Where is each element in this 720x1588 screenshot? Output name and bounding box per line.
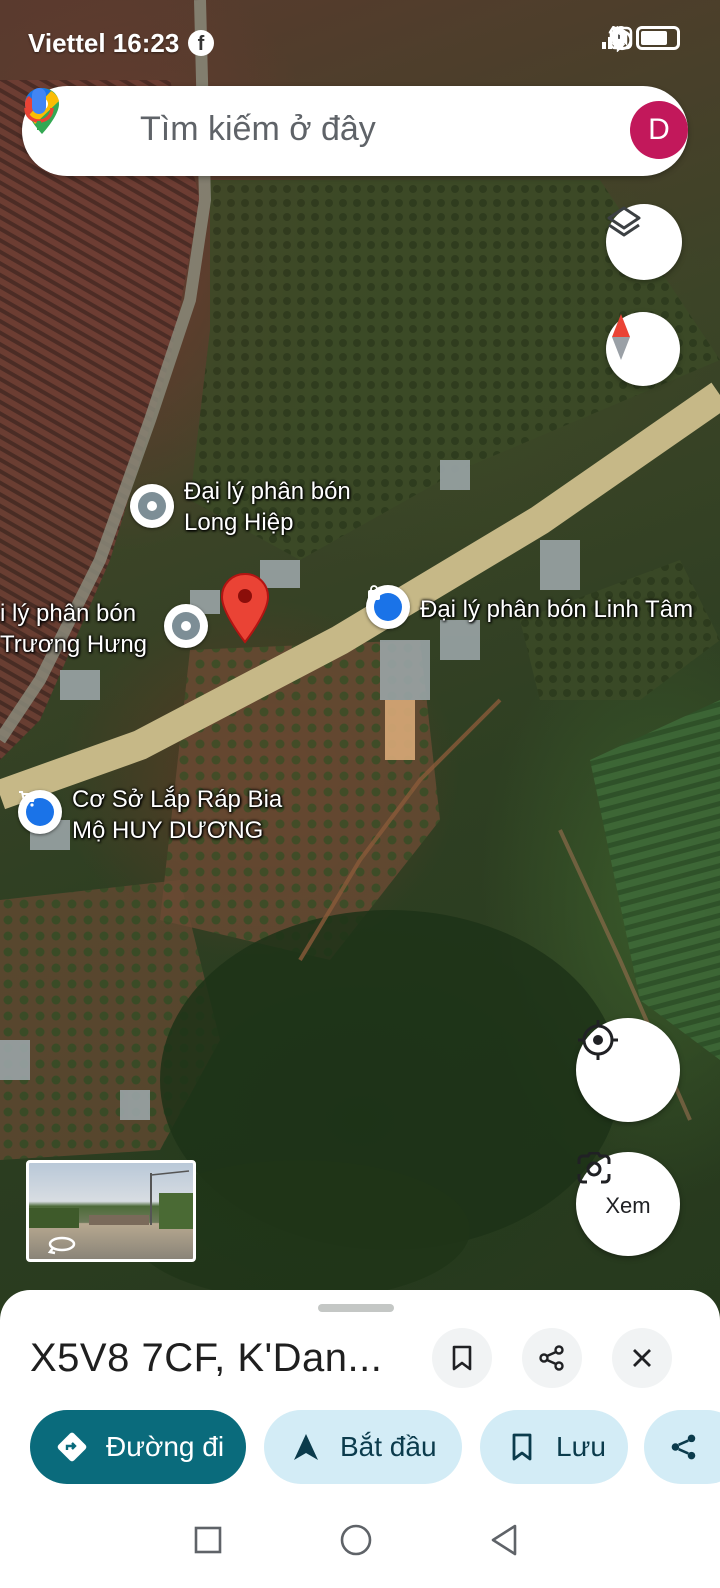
street-view-thumbnail[interactable] xyxy=(26,1160,196,1262)
place-label-line: Cơ Sở Lắp Ráp Bia xyxy=(72,786,283,813)
place-pin-linh-tam[interactable] xyxy=(366,585,410,629)
camera-lens-icon xyxy=(577,1152,611,1184)
layers-button[interactable] xyxy=(606,204,682,280)
avatar[interactable]: D xyxy=(630,101,688,159)
place-label-line: Mộ HUY DƯƠNG xyxy=(72,817,264,844)
back-button[interactable] xyxy=(476,1512,532,1568)
place-pin-long-hiep[interactable] xyxy=(130,484,174,528)
navigation-arrow-icon xyxy=(288,1429,324,1465)
place-label-line: Đại lý phân bón xyxy=(184,478,351,505)
place-label-line: i lý phân bón xyxy=(0,600,137,627)
start-navigation-button[interactable]: Bắt đầu xyxy=(264,1410,462,1484)
action-chips: Đường đi Bắt đầu Lưu xyxy=(30,1410,720,1484)
search-bar[interactable]: Tìm kiếm ở đây D xyxy=(22,86,688,176)
home-button[interactable] xyxy=(328,1512,384,1568)
drag-handle[interactable] xyxy=(318,1304,394,1312)
system-navigation-bar xyxy=(0,1490,720,1588)
save-button[interactable]: Lưu xyxy=(480,1410,628,1484)
place-pin-truong-hung[interactable] xyxy=(164,604,208,648)
start-label: Bắt đầu xyxy=(340,1431,437,1462)
rotate-360-icon xyxy=(47,1236,76,1255)
lens-label: Xem xyxy=(605,1193,651,1218)
map-imagery xyxy=(0,0,720,1300)
search-input[interactable]: Tìm kiếm ở đây xyxy=(140,110,376,149)
save-label: Lưu xyxy=(556,1431,606,1462)
facebook-icon: f xyxy=(188,30,214,56)
microphone-icon[interactable] xyxy=(22,86,56,132)
share-icon xyxy=(666,1429,702,1465)
share-icon xyxy=(539,1345,564,1371)
square-icon xyxy=(194,1526,222,1554)
directions-button[interactable]: Đường đi xyxy=(30,1410,246,1484)
selected-location-marker[interactable] xyxy=(220,572,270,644)
share-place-button[interactable] xyxy=(522,1328,582,1388)
save-place-button[interactable] xyxy=(432,1328,492,1388)
place-label-long-hiep[interactable]: Đại lý phân bón Long Hiệp xyxy=(184,476,351,538)
place-label-line: Long Hiệp xyxy=(184,509,294,536)
place-label-line: Trương Hưng xyxy=(0,631,148,658)
map-view[interactable]: Viettel 16:23 f 4G Tìm kiếm ở đây D Đại … xyxy=(0,0,720,1320)
compass-icon xyxy=(612,314,630,360)
triangle-back-icon xyxy=(491,1524,517,1556)
crosshair-icon xyxy=(578,1020,618,1060)
directions-label: Đường đi xyxy=(106,1431,225,1462)
my-location-button[interactable] xyxy=(576,1018,680,1122)
compass-button[interactable] xyxy=(606,312,680,386)
layers-icon xyxy=(607,206,641,237)
bookmark-icon xyxy=(452,1345,472,1371)
status-icons: 4G xyxy=(601,23,680,52)
place-label-linh-tam[interactable]: Đại lý phân bón Linh Tâm xyxy=(420,594,693,625)
lens-button[interactable]: Xem xyxy=(576,1152,680,1256)
status-bar: Viettel 16:23 f 4G xyxy=(0,0,720,80)
battery-icon xyxy=(636,26,680,50)
close-icon xyxy=(633,1349,651,1367)
recents-button[interactable] xyxy=(180,1512,236,1568)
directions-icon xyxy=(54,1429,90,1465)
place-label-truong-hung[interactable]: i lý phân bón Trương Hưng xyxy=(0,598,147,660)
place-pin-huy-duong[interactable] xyxy=(18,790,62,834)
circle-icon xyxy=(340,1524,372,1556)
signal-icon xyxy=(601,27,623,49)
shopping-cart-icon xyxy=(19,791,36,807)
place-title: X5V8 7CF, K'Dan... xyxy=(30,1336,383,1380)
place-label-huy-duong[interactable]: Cơ Sở Lắp Ráp Bia Mộ HUY DƯƠNG xyxy=(72,784,282,846)
shopping-bag-icon xyxy=(368,585,380,600)
share-chip-button[interactable] xyxy=(644,1410,720,1484)
place-bottom-sheet[interactable]: X5V8 7CF, K'Dan... Đường đi Bắt đầu Lưu xyxy=(0,1290,720,1490)
carrier-time: Viettel 16:23 xyxy=(28,28,180,58)
bookmark-icon xyxy=(504,1429,540,1465)
close-sheet-button[interactable] xyxy=(612,1328,672,1388)
